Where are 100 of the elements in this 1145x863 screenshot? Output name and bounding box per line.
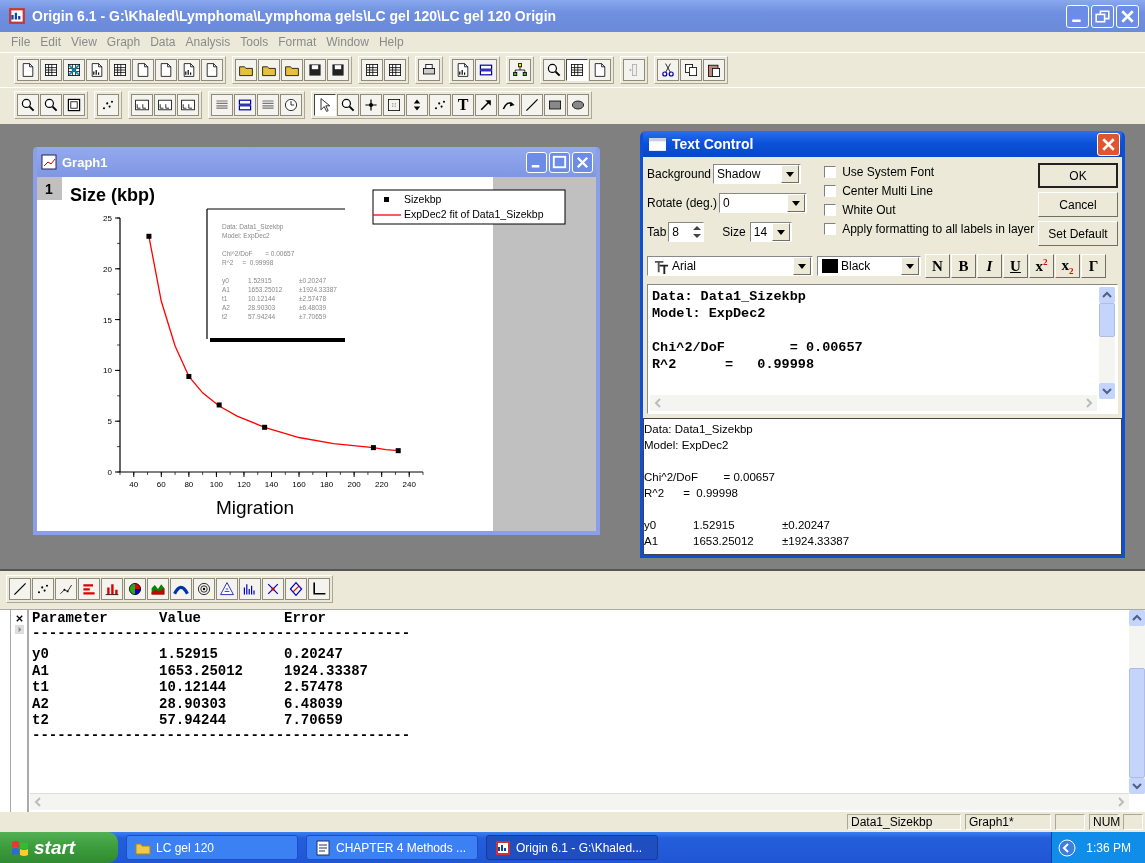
format-button[interactable]: x$_{2}$ [1055, 254, 1080, 278]
close-icon[interactable] [14, 614, 24, 623]
text-editor[interactable]: Data: Data1_Sizekbp Model: ExpDec2 Chi^2/DoF = 0.00657 R^2 = 0.99998 [647, 284, 1118, 414]
arc-icon[interactable] [170, 578, 192, 600]
folder-icon[interactable] [235, 59, 257, 81]
dialog-button[interactable]: OK [1038, 163, 1118, 188]
start-button[interactable]: start [0, 832, 118, 863]
layer-tab[interactable]: 1 [37, 177, 62, 200]
scroll-thumb[interactable] [1099, 303, 1115, 337]
grid-icon[interactable] [40, 59, 62, 81]
close-button[interactable] [1116, 4, 1139, 28]
cut-icon[interactable] [657, 59, 679, 81]
format-button[interactable]: B [951, 254, 976, 278]
page-icon[interactable] [155, 59, 177, 81]
magnifier-icon[interactable] [40, 94, 62, 116]
scatter-dots-icon[interactable] [97, 94, 119, 116]
crossed-grid-icon[interactable] [63, 59, 85, 81]
rotate-dropdown[interactable]: 0 [719, 193, 808, 213]
clock-icon[interactable] [280, 94, 302, 116]
page-icon[interactable] [17, 59, 39, 81]
spinner-arrows-icon [691, 224, 704, 240]
checkbox[interactable] [824, 204, 837, 216]
restore-button[interactable] [1091, 4, 1114, 28]
taskbar-button[interactable]: LC gel 120 [126, 835, 298, 860]
scatter-dots-icon[interactable] [32, 578, 54, 600]
vertical-scrollbar[interactable] [1099, 287, 1115, 399]
magnifier-icon[interactable] [543, 59, 565, 81]
grid-icon[interactable] [566, 59, 588, 81]
dotted-square-icon[interactable] [383, 94, 405, 116]
page-icon[interactable] [589, 59, 611, 81]
crossed-arrows-icon[interactable] [262, 578, 284, 600]
scatter-dots-icon[interactable] [429, 94, 451, 116]
layer-layout-icon[interactable] [154, 94, 176, 116]
format-button[interactable]: N [925, 254, 950, 278]
field-label: Background [647, 167, 712, 181]
dialog-button[interactable]: Set Default [1038, 221, 1118, 246]
horizontal-scrollbar[interactable] [30, 793, 1129, 810]
format-button[interactable]: x$^{2}$ [1029, 254, 1054, 278]
vertical-scrollbar[interactable] [1129, 610, 1145, 794]
area-chart-icon[interactable] [147, 578, 169, 600]
rectangle-icon[interactable] [544, 94, 566, 116]
crosshair-icon[interactable] [360, 94, 382, 116]
font-dropdown[interactable]: Arial [647, 256, 813, 276]
checkbox[interactable] [824, 185, 837, 197]
format-button[interactable]: Γ [1081, 254, 1106, 278]
spike-plot-icon[interactable] [239, 578, 261, 600]
vertical-arrows-icon[interactable] [406, 94, 428, 116]
chart-page-icon[interactable] [86, 59, 108, 81]
taskbar-button[interactable]: Origin 6.1 - G:\Khaled... [486, 835, 658, 860]
layer-layout-icon[interactable] [177, 94, 199, 116]
checkbox[interactable] [824, 166, 837, 178]
status-cell [1123, 814, 1143, 830]
chart-page-icon[interactable] [178, 59, 200, 81]
two-panels-icon[interactable] [234, 94, 256, 116]
close-button[interactable] [572, 151, 593, 173]
color-dropdown[interactable]: Black [817, 256, 921, 276]
size-dropdown[interactable]: 14 [749, 222, 792, 242]
grid-icon[interactable] [109, 59, 131, 81]
scroll-thumb[interactable] [1129, 668, 1145, 778]
page-icon[interactable] [132, 59, 154, 81]
paste-icon[interactable] [703, 59, 725, 81]
color-swatch [822, 259, 838, 273]
dialog-button[interactable]: Cancel [1038, 192, 1118, 217]
chart-page-icon[interactable] [452, 59, 474, 81]
concentric-circles-icon[interactable] [193, 578, 215, 600]
printer-icon[interactable] [418, 59, 440, 81]
horizontal-scrollbar[interactable] [650, 395, 1097, 411]
legend-label: ExpDec2 fit of Data1_Sizekbp [404, 208, 544, 220]
frame-icon[interactable] [63, 94, 85, 116]
magnifier-icon[interactable] [337, 94, 359, 116]
taskbar-button[interactable]: CHAPTER 4 Methods ... [306, 835, 478, 860]
tab-spinner[interactable]: 8 [668, 222, 705, 242]
background-dropdown[interactable]: Shadow [713, 164, 802, 184]
minimize-button[interactable] [1066, 4, 1089, 28]
axes-icon[interactable] [308, 578, 330, 600]
format-button[interactable]: I [977, 254, 1002, 278]
checkbox[interactable] [824, 223, 837, 235]
text-tool[interactable]: T [452, 94, 474, 116]
minimize-button[interactable] [526, 151, 547, 173]
folder-icon[interactable] [281, 59, 303, 81]
format-button[interactable]: U [1003, 254, 1028, 278]
page-icon[interactable] [201, 59, 223, 81]
bar-chart-icon[interactable] [101, 578, 123, 600]
table-cell: 7.70659 [284, 712, 343, 729]
line-symbol-plot-icon[interactable] [55, 578, 77, 600]
grid-icon[interactable] [384, 59, 406, 81]
pie-chart-icon[interactable] [124, 578, 146, 600]
maximize-button[interactable] [549, 151, 570, 173]
show-hidden-icons-icon[interactable] [1058, 838, 1077, 857]
folder-icon[interactable] [258, 59, 280, 81]
magnifier-icon[interactable] [17, 94, 39, 116]
horizontal-bar-chart-icon[interactable] [78, 578, 100, 600]
table-cell-text: 10.12144 [159, 679, 228, 696]
two-panels-icon[interactable] [475, 59, 497, 81]
grid-icon[interactable] [361, 59, 383, 81]
close-button[interactable] [1097, 132, 1120, 156]
pointer-icon[interactable] [314, 94, 336, 116]
copy-icon[interactable] [680, 59, 702, 81]
hierarchy-icon[interactable] [509, 59, 531, 81]
layer-layout-icon[interactable] [131, 94, 153, 116]
